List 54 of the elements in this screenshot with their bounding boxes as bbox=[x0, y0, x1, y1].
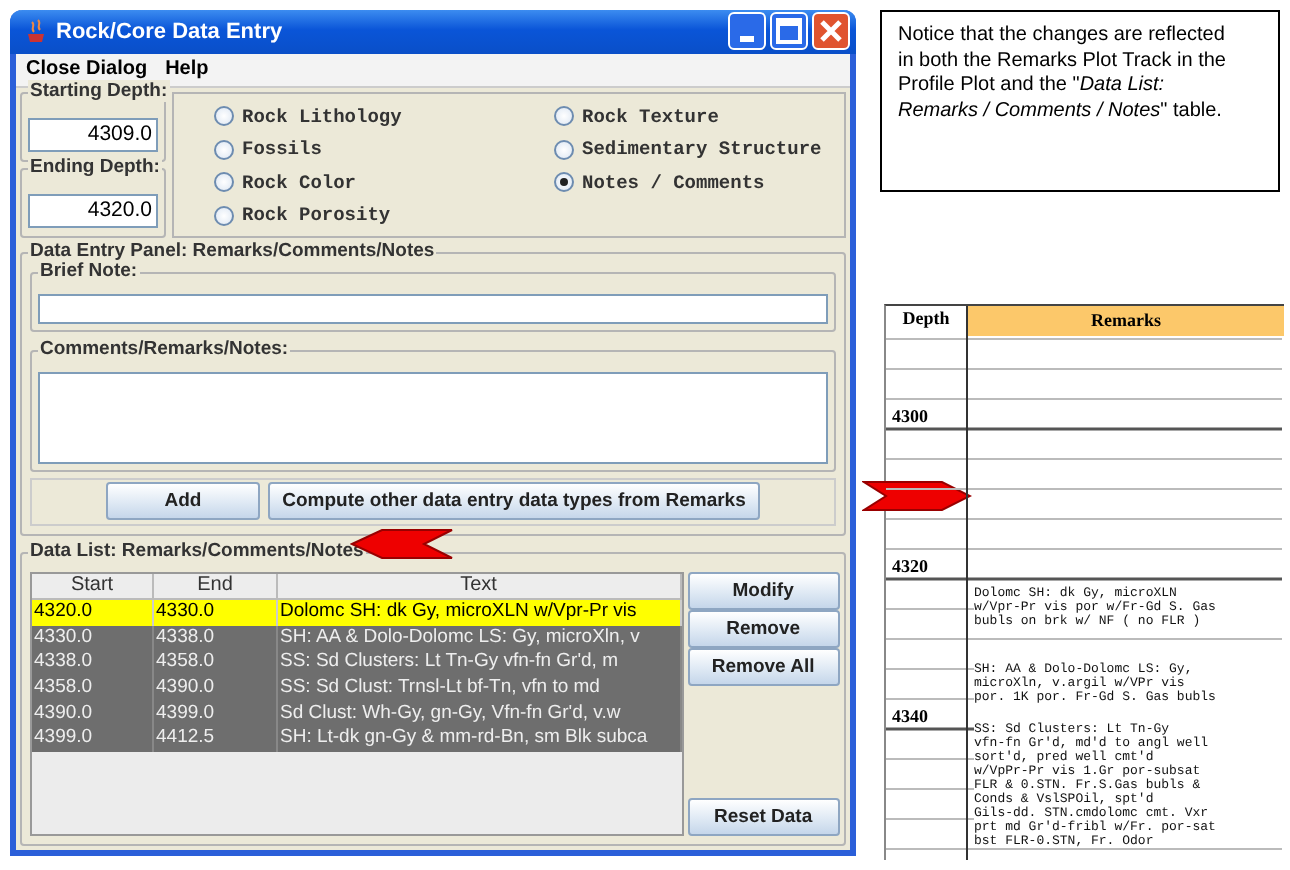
radio-button[interactable] bbox=[214, 106, 234, 127]
table-cell: 4412.5 bbox=[154, 726, 278, 753]
table-row[interactable]: 4338.0 4358.0 SS: Sd Clusters: Lt Tn-Gy vfn-fn Gr'd, m bbox=[32, 650, 682, 677]
radio-button[interactable] bbox=[554, 172, 574, 193]
radio-label: Fossils bbox=[242, 138, 322, 161]
column-header: Remarks bbox=[968, 306, 1284, 336]
table-row[interactable]: 4399.0 4412.5 SH: Lt-dk gn-Gy & mm-rd-Bn, sm Blk subca bbox=[32, 726, 682, 753]
menu-item[interactable]: Help bbox=[165, 58, 209, 81]
radio-button[interactable] bbox=[554, 106, 574, 127]
minimize-icon bbox=[740, 36, 754, 43]
radio-label: Sedimentary Structure bbox=[582, 138, 822, 161]
table-row[interactable]: 4390.0 4399.0 Sd Clust: Wh-Gy, gn-Gy, Vfn-fn Gr'd, v.w bbox=[32, 701, 682, 727]
callout-note: Notice that the changes are reflected in both the Remarks Plot Track in the Profile Plot and the "Data List: Remarks / Comments / Notes" table. bbox=[880, 10, 1280, 192]
radio-label: Rock Lithology bbox=[242, 105, 402, 128]
pointer-arrow bbox=[862, 480, 972, 512]
group-label: Starting Depth: bbox=[28, 79, 170, 102]
radio-label: Rock Porosity bbox=[242, 204, 391, 227]
table-cell: 4399.0 bbox=[32, 726, 154, 753]
close-button[interactable] bbox=[812, 12, 850, 51]
radio-button[interactable] bbox=[214, 172, 234, 193]
add-button[interactable]: Add bbox=[106, 482, 260, 521]
table-row[interactable]: 4358.0 4390.0 SS: Sd Clust: Trnsl-Lt bf-Tn, vfn to md bbox=[32, 676, 682, 702]
radio-button[interactable] bbox=[214, 205, 234, 226]
comments-field[interactable] bbox=[38, 371, 828, 464]
list-button[interactable]: Remove bbox=[687, 610, 840, 649]
group-label: Comments/Remarks/Notes: bbox=[38, 337, 291, 360]
group-label: Ending Depth: bbox=[28, 155, 162, 178]
radio-button[interactable] bbox=[554, 139, 574, 160]
brief-note-field[interactable] bbox=[38, 293, 828, 324]
table-cell: SH: Lt-dk gn-Gy & mm-rd-Bn, sm Blk subca bbox=[278, 726, 682, 753]
depth-field[interactable]: 4320.0 bbox=[28, 193, 158, 228]
menu-item[interactable]: Close Dialog bbox=[26, 58, 148, 81]
table-row[interactable]: 4330.0 4338.0 SH: AA & Dolo-Dolomc LS: Gy, microXln, v bbox=[32, 625, 682, 651]
depth-field[interactable]: 4309.0 bbox=[28, 117, 158, 152]
close-icon bbox=[820, 20, 842, 43]
compute-button[interactable]: Compute other data entry data types from Remarks bbox=[268, 482, 760, 521]
panel-title: Data Entry Panel: Remarks/Comments/Notes bbox=[28, 239, 437, 262]
depth-label: 4300 bbox=[892, 406, 928, 426]
cup-icon bbox=[22, 18, 50, 45]
depth-label: 4340 bbox=[892, 706, 928, 726]
maximize-button[interactable] bbox=[770, 12, 808, 51]
radio-label: Notes / Comments bbox=[582, 171, 765, 194]
radio-label: Rock Color bbox=[242, 171, 357, 194]
list-button[interactable]: Modify bbox=[687, 572, 840, 611]
depth-label: 4320 bbox=[892, 556, 928, 576]
maximize-icon bbox=[776, 18, 802, 45]
radio-label: Rock Texture bbox=[582, 105, 719, 128]
radio-button[interactable] bbox=[214, 139, 234, 160]
list-button[interactable]: Remove All bbox=[687, 648, 840, 687]
window-title: Rock/Core Data Entry bbox=[56, 19, 285, 44]
group-label: Brief Note: bbox=[38, 259, 140, 282]
reset-button[interactable]: Reset Data bbox=[687, 798, 840, 837]
minimize-button[interactable] bbox=[728, 12, 766, 51]
table-row[interactable]: 4320.0 4330.0 Dolomc SH: dk Gy, microXLN w/Vpr-Pr vis bbox=[32, 600, 682, 626]
